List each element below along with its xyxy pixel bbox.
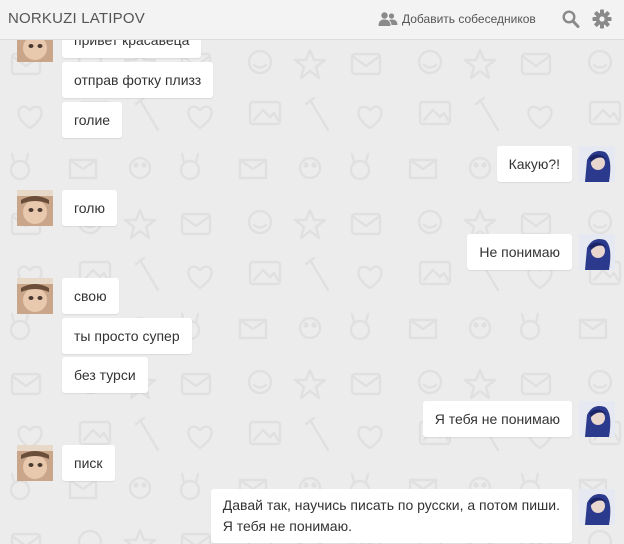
message-bubble[interactable]: Не понимаю (467, 234, 572, 270)
message-bubble[interactable]: без турси (62, 357, 148, 393)
message-bubble[interactable]: писк (62, 445, 115, 481)
message-bubble[interactable]: свою (62, 278, 119, 314)
message-bubble[interactable]: отправ фотку плизз (62, 62, 214, 98)
add-people-icon (378, 12, 398, 26)
avatar[interactable] (579, 146, 615, 182)
avatar[interactable] (579, 489, 615, 525)
avatar[interactable] (17, 445, 53, 481)
chat-header: NORKUZI LATIPOV Добавить собеседников (0, 0, 624, 40)
message-bubble[interactable]: Давай так, научись писать по русски, а п… (210, 489, 572, 543)
message-area[interactable]: привет красавеца отправ фотку плизз голи… (0, 40, 624, 544)
message-bubble[interactable]: привет красавеца (62, 40, 202, 58)
add-participants-label: Добавить собеседников (402, 12, 536, 26)
message-bubble[interactable]: Я тебя не понимаю (422, 401, 572, 437)
avatar[interactable] (17, 278, 53, 314)
chat-title: NORKUZI LATIPOV (8, 10, 145, 27)
message-bubble[interactable]: ты просто супер (62, 318, 192, 354)
avatar[interactable] (17, 190, 53, 226)
avatar[interactable] (579, 401, 615, 437)
gear-icon[interactable] (592, 9, 612, 29)
avatar[interactable] (579, 234, 615, 270)
message-bubble[interactable]: Какую?! (496, 146, 572, 182)
add-participants-button[interactable]: Добавить собеседников (378, 9, 536, 29)
search-icon[interactable] (562, 9, 580, 29)
message-bubble[interactable]: голие (62, 102, 123, 138)
message-bubble[interactable]: голю (62, 190, 117, 226)
avatar[interactable] (17, 40, 53, 62)
